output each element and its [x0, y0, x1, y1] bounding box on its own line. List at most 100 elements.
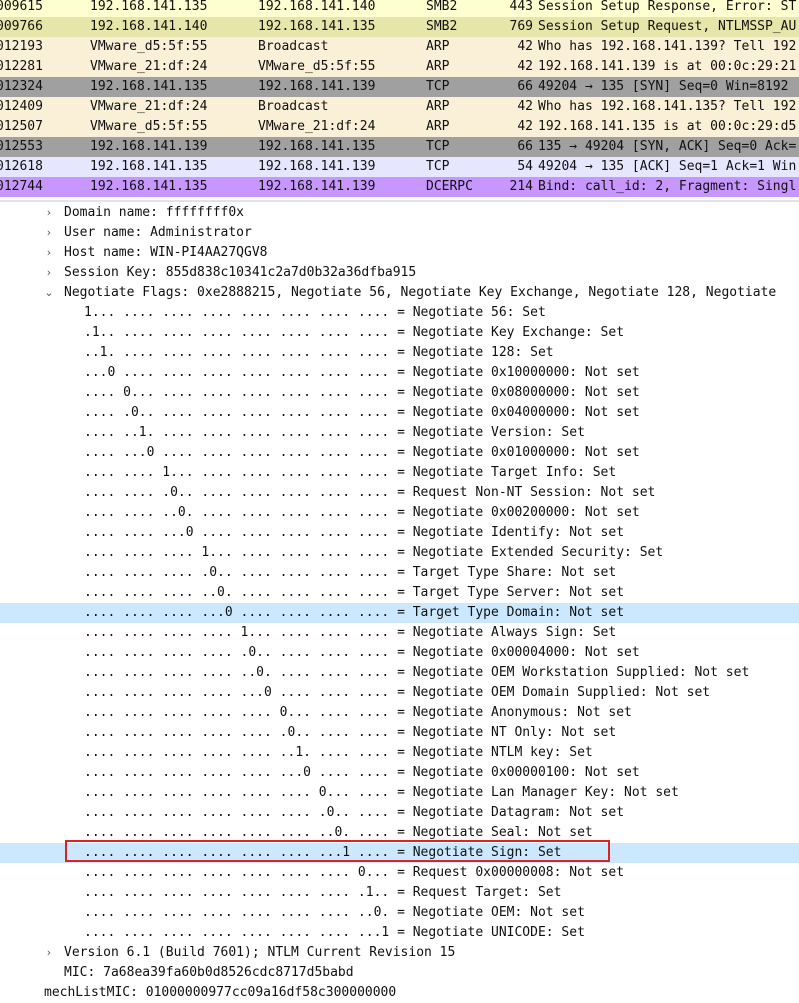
flag-row[interactable]: .... .... 1... .... .... .... .... .... …: [0, 463, 799, 483]
flag-row[interactable]: .... .0.. .... .... .... .... .... .... …: [0, 403, 799, 423]
packet-length: 42: [517, 59, 533, 74]
tree-item-mechlistmic[interactable]: mechListMIC: 01000000977cc09a16df58c3000…: [0, 983, 799, 1003]
flag-row[interactable]: .... .... .... .... ...0 .... .... .... …: [0, 683, 799, 703]
packet-destination: VMware_d5:5f:55: [258, 59, 376, 74]
tree-item-label: MIC: 7a68ea39fa60b0d8526cdc8717d5babd: [64, 965, 354, 980]
flag-row[interactable]: .... .... .0.. .... .... .... .... .... …: [0, 483, 799, 503]
tree-item-version[interactable]: › Version 6.1 (Build 7601); NTLM Current…: [0, 943, 799, 963]
packet-row[interactable]: 012193 VMware_d5:5f:55 Broadcast ARP 42 …: [0, 37, 799, 57]
flag-row[interactable]: .1.. .... .... .... .... .... .... .... …: [0, 323, 799, 343]
packet-info: 49204 → 135 [ACK] Seq=1 Ack=1 Win: [538, 159, 797, 174]
flag-text: .... 0... .... .... .... .... .... .... …: [84, 385, 640, 400]
flag-text: .... .... ..0. .... .... .... .... .... …: [84, 505, 640, 520]
packet-info: 192.168.141.139 is at 00:0c:29:21: [538, 59, 797, 74]
packet-destination: 192.168.141.139: [258, 159, 376, 174]
pane-splitter[interactable]: [0, 200, 799, 202]
flag-row[interactable]: .... .... ..0. .... .... .... .... .... …: [0, 503, 799, 523]
flag-text: .... .... .... .... .... .... .... ...1 …: [84, 925, 585, 940]
flag-text: .... .... .... .... .... ..1. .... .... …: [84, 745, 593, 760]
flag-text: ..1. .... .... .... .... .... .... .... …: [84, 345, 554, 360]
flag-row[interactable]: .... .... .... .... .... .... .... ..0. …: [0, 903, 799, 923]
flag-row[interactable]: .... .... .... .0.. .... .... .... .... …: [0, 563, 799, 583]
flag-row[interactable]: .... .... .... .... .... .0.. .... .... …: [0, 723, 799, 743]
chevron-right-icon[interactable]: ›: [44, 943, 54, 963]
flag-row[interactable]: .... .... .... .... .... ...0 .... .... …: [0, 763, 799, 783]
flag-text: .... .... .... .... .... .... 0... .... …: [84, 785, 679, 800]
packet-row[interactable]: 012553 192.168.141.139 192.168.141.135 T…: [0, 137, 799, 157]
flag-text: .... .... .... 1... .... .... .... .... …: [84, 545, 664, 560]
flag-row[interactable]: .... .... .... .... .... 0... .... .... …: [0, 703, 799, 723]
flag-row[interactable]: .... .... .... .... 1... .... .... .... …: [0, 623, 799, 643]
flag-row[interactable]: ...0 .... .... .... .... .... .... .... …: [0, 363, 799, 383]
packet-row[interactable]: 009615 192.168.141.135 192.168.141.140 S…: [0, 0, 799, 17]
packet-row[interactable]: 012324 192.168.141.135 192.168.141.139 T…: [0, 77, 799, 97]
packet-source: VMware_21:df:24: [90, 99, 208, 114]
packet-row[interactable]: 012409 VMware_21:df:24 Broadcast ARP 42 …: [0, 97, 799, 117]
packet-row[interactable]: 009766 192.168.141.140 192.168.141.135 S…: [0, 17, 799, 37]
flag-row[interactable]: .... .... ...0 .... .... .... .... .... …: [0, 523, 799, 543]
flag-row[interactable]: .... .... .... .... .0.. .... .... .... …: [0, 643, 799, 663]
flag-row[interactable]: ..1. .... .... .... .... .... .... .... …: [0, 343, 799, 363]
tree-item-label: Host name: WIN-PI4AA27QGV8: [64, 245, 268, 260]
tree-item-domain-name[interactable]: › Domain name: ffffffff0x: [0, 203, 799, 223]
packet-destination: Broadcast: [258, 39, 329, 54]
flag-text: .... .... .... .... .... .... .0.. .... …: [84, 805, 625, 820]
flag-row[interactable]: .... .... .... .... .... ..1. .... .... …: [0, 743, 799, 763]
flag-row[interactable]: .... .... .... .... .... .... .... ...1 …: [0, 923, 799, 943]
flag-text: 1... .... .... .... .... .... .... .... …: [84, 305, 546, 320]
packet-destination: 192.168.141.135: [258, 139, 376, 154]
flag-text: .... .... .... .... .... .... .... .1.. …: [84, 885, 562, 900]
flag-row[interactable]: .... .... .... .... .... .... .0.. .... …: [0, 803, 799, 823]
flag-text: .... .... .... .... .... .... ...1 .... …: [84, 845, 562, 860]
chevron-right-icon[interactable]: ›: [44, 243, 54, 263]
flag-row-selected[interactable]: .... .... .... .... .... .... ...1 .... …: [0, 843, 799, 863]
packet-row[interactable]: 012744 192.168.141.135 192.168.141.139 D…: [0, 177, 799, 197]
packet-destination: 192.168.141.135: [258, 19, 376, 34]
tree-item-label: Version 6.1 (Build 7601); NTLM Current R…: [64, 945, 456, 960]
tree-item-mic[interactable]: MIC: 7a68ea39fa60b0d8526cdc8717d5babd: [0, 963, 799, 983]
tree-item-user-name[interactable]: › User name: Administrator: [0, 223, 799, 243]
chevron-right-icon[interactable]: ›: [44, 263, 54, 283]
packet-length: 42: [517, 119, 533, 134]
packet-source: 192.168.141.135: [90, 179, 208, 194]
chevron-right-icon[interactable]: ›: [44, 223, 54, 243]
packet-number: 012553: [0, 139, 43, 154]
packet-details-tree[interactable]: › Domain name: ffffffff0x › User name: A…: [0, 203, 799, 1003]
packet-source: VMware_d5:5f:55: [90, 119, 208, 134]
packet-source: VMware_21:df:24: [90, 59, 208, 74]
flag-row[interactable]: 1... .... .... .... .... .... .... .... …: [0, 303, 799, 323]
flag-row-highlighted[interactable]: .... .... .... ...0 .... .... .... .... …: [0, 603, 799, 623]
packet-info: Bind: call_id: 2, Fragment: Singl: [538, 179, 797, 194]
flag-row[interactable]: .... .... .... ..0. .... .... .... .... …: [0, 583, 799, 603]
tree-item-host-name[interactable]: › Host name: WIN-PI4AA27QGV8: [0, 243, 799, 263]
flag-text: .... .... .... .0.. .... .... .... .... …: [84, 565, 617, 580]
flag-row[interactable]: .... .... .... .... .... .... ..0. .... …: [0, 823, 799, 843]
flag-row[interactable]: .... .... .... .... .... .... 0... .... …: [0, 783, 799, 803]
packet-info: Who has 192.168.141.139? Tell 192: [538, 39, 797, 54]
flag-row[interactable]: .... .... .... .... .... .... .... .1.. …: [0, 883, 799, 903]
packet-number: 012409: [0, 99, 43, 114]
packet-row[interactable]: 012507 VMware_d5:5f:55 VMware_21:df:24 A…: [0, 117, 799, 137]
flag-row[interactable]: .... .... .... .... ..0. .... .... .... …: [0, 663, 799, 683]
flag-text: .1.. .... .... .... .... .... .... .... …: [84, 325, 625, 340]
flag-row[interactable]: .... 0... .... .... .... .... .... .... …: [0, 383, 799, 403]
packet-source: 192.168.141.140: [90, 19, 208, 34]
flag-row[interactable]: .... .... .... 1... .... .... .... .... …: [0, 543, 799, 563]
packet-length: 443: [509, 0, 533, 14]
packet-list[interactable]: 009615 192.168.141.135 192.168.141.140 S…: [0, 0, 799, 200]
tree-item-label: mechListMIC: 01000000977cc09a16df58c3000…: [44, 985, 397, 1000]
flag-row[interactable]: .... ..1. .... .... .... .... .... .... …: [0, 423, 799, 443]
packet-row[interactable]: 012281 VMware_21:df:24 VMware_d5:5f:55 A…: [0, 57, 799, 77]
flag-row[interactable]: .... .... .... .... .... .... .... 0... …: [0, 863, 799, 883]
tree-item-label: Domain name: ffffffff0x: [64, 205, 245, 220]
flag-row[interactable]: .... ...0 .... .... .... .... .... .... …: [0, 443, 799, 463]
tree-item-negotiate-flags[interactable]: ⌄ Negotiate Flags: 0xe2888215, Negotiate…: [0, 283, 799, 303]
tree-item-session-key[interactable]: › Session Key: 855d838c10341c2a7d0b32a36…: [0, 263, 799, 283]
chevron-right-icon[interactable]: ›: [44, 203, 54, 223]
packet-info: 192.168.141.135 is at 00:0c:29:d5: [538, 119, 797, 134]
packet-number: 012507: [0, 119, 43, 134]
packet-length: 769: [509, 19, 533, 34]
packet-row[interactable]: 012618 192.168.141.135 192.168.141.139 T…: [0, 157, 799, 177]
chevron-down-icon[interactable]: ⌄: [44, 283, 54, 303]
packet-destination: Broadcast: [258, 99, 329, 114]
